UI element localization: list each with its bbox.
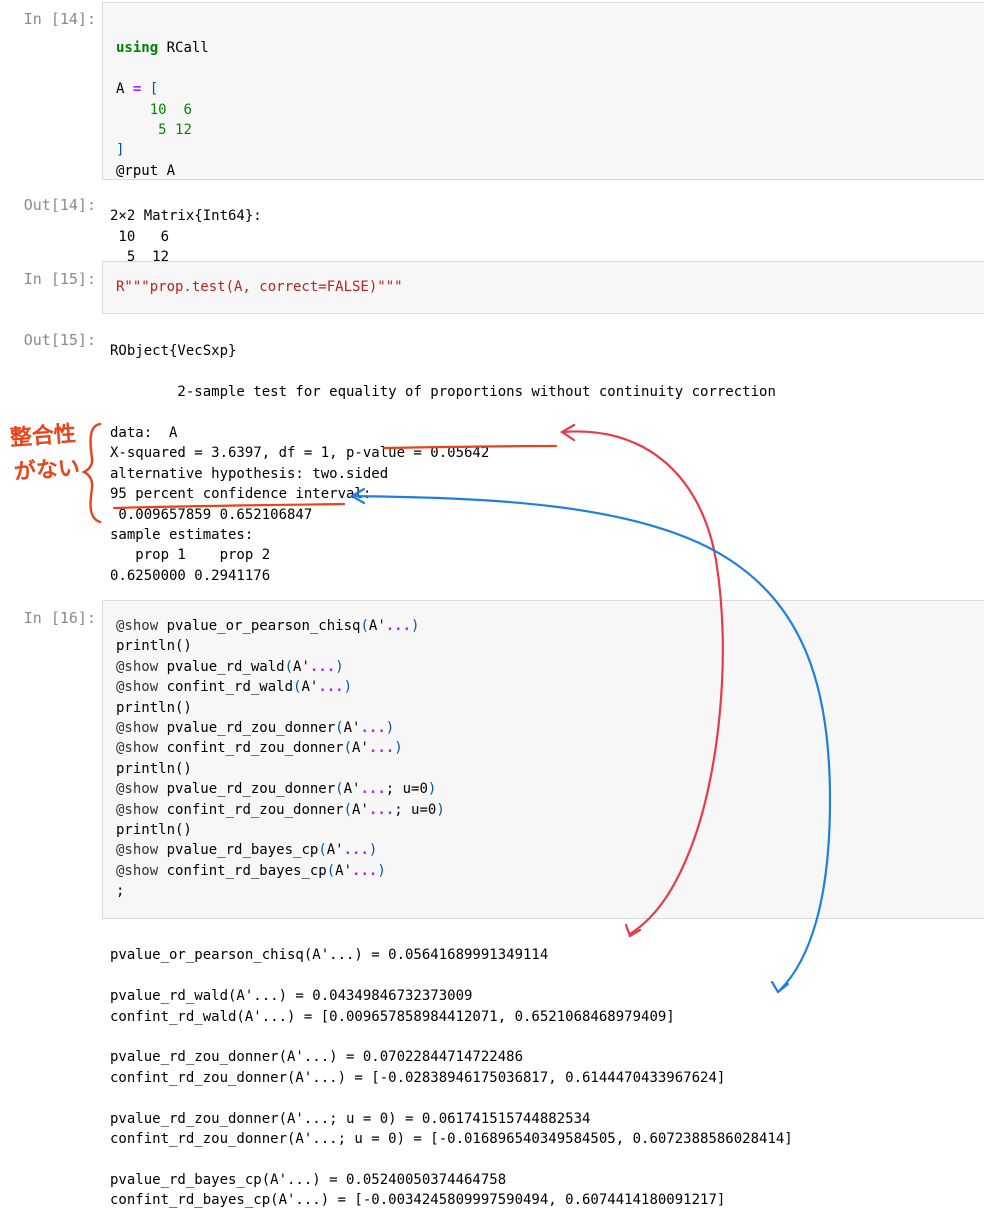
code-16-line: @show confint_rd_bayes_cp(A'...) <box>116 862 386 879</box>
in-prompt-14: In [14]: <box>23 10 96 28</box>
code-16-line: @show pvalue_rd_bayes_cp(A'...) <box>116 842 378 859</box>
code-14: using RCall A = [ 10 6 5 12] @rput A <box>116 40 209 179</box>
annotation-text-line2: がない <box>13 455 81 486</box>
annotation-brace <box>81 422 102 524</box>
code-16-line: println() <box>116 638 192 655</box>
code-16-line: println() <box>116 821 192 838</box>
output-15: RObject{VecSxp} 2-sample test for equali… <box>110 343 776 584</box>
code-15: R"""prop.test(A, correct=FALSE)""" <box>116 279 403 295</box>
code-16-line: @show confint_rd_wald(A'...) <box>116 679 353 696</box>
code-16-line: @show pvalue_rd_zou_donner(A'...; u=0) <box>116 781 437 798</box>
code-16-line: @show pvalue_rd_zou_donner(A'...) <box>116 719 395 736</box>
code-16-line: @show confint_rd_zou_donner(A'...; u=0) <box>116 801 445 818</box>
code-16-line: println() <box>116 760 192 777</box>
output-16: pvalue_or_pearson_chisq(A'...) = 0.05641… <box>110 947 793 1209</box>
code-16-line: @show confint_rd_zou_donner(A'...) <box>116 740 403 757</box>
annotation-text-line1: 整合性 <box>9 421 77 452</box>
out-prompt-15: Out[15]: <box>23 331 96 349</box>
output-14: 2×2 Matrix{Int64}: 10 6 5 12 <box>110 208 262 266</box>
code-16-line: @show pvalue_or_pearson_chisq(A'...) <box>116 618 420 634</box>
code-16: @show pvalue_or_pearson_chisq(A'...)prin… <box>116 616 445 901</box>
code-16-line: println() <box>116 699 192 716</box>
in-prompt-16: In [16]: <box>23 609 96 627</box>
code-16-line: @show pvalue_rd_wald(A'...) <box>116 658 344 675</box>
in-prompt-15: In [15]: <box>23 270 96 288</box>
code-16-line: ; <box>116 883 125 900</box>
out-prompt-14: Out[14]: <box>23 196 96 214</box>
code-cell-14[interactable] <box>102 2 984 180</box>
